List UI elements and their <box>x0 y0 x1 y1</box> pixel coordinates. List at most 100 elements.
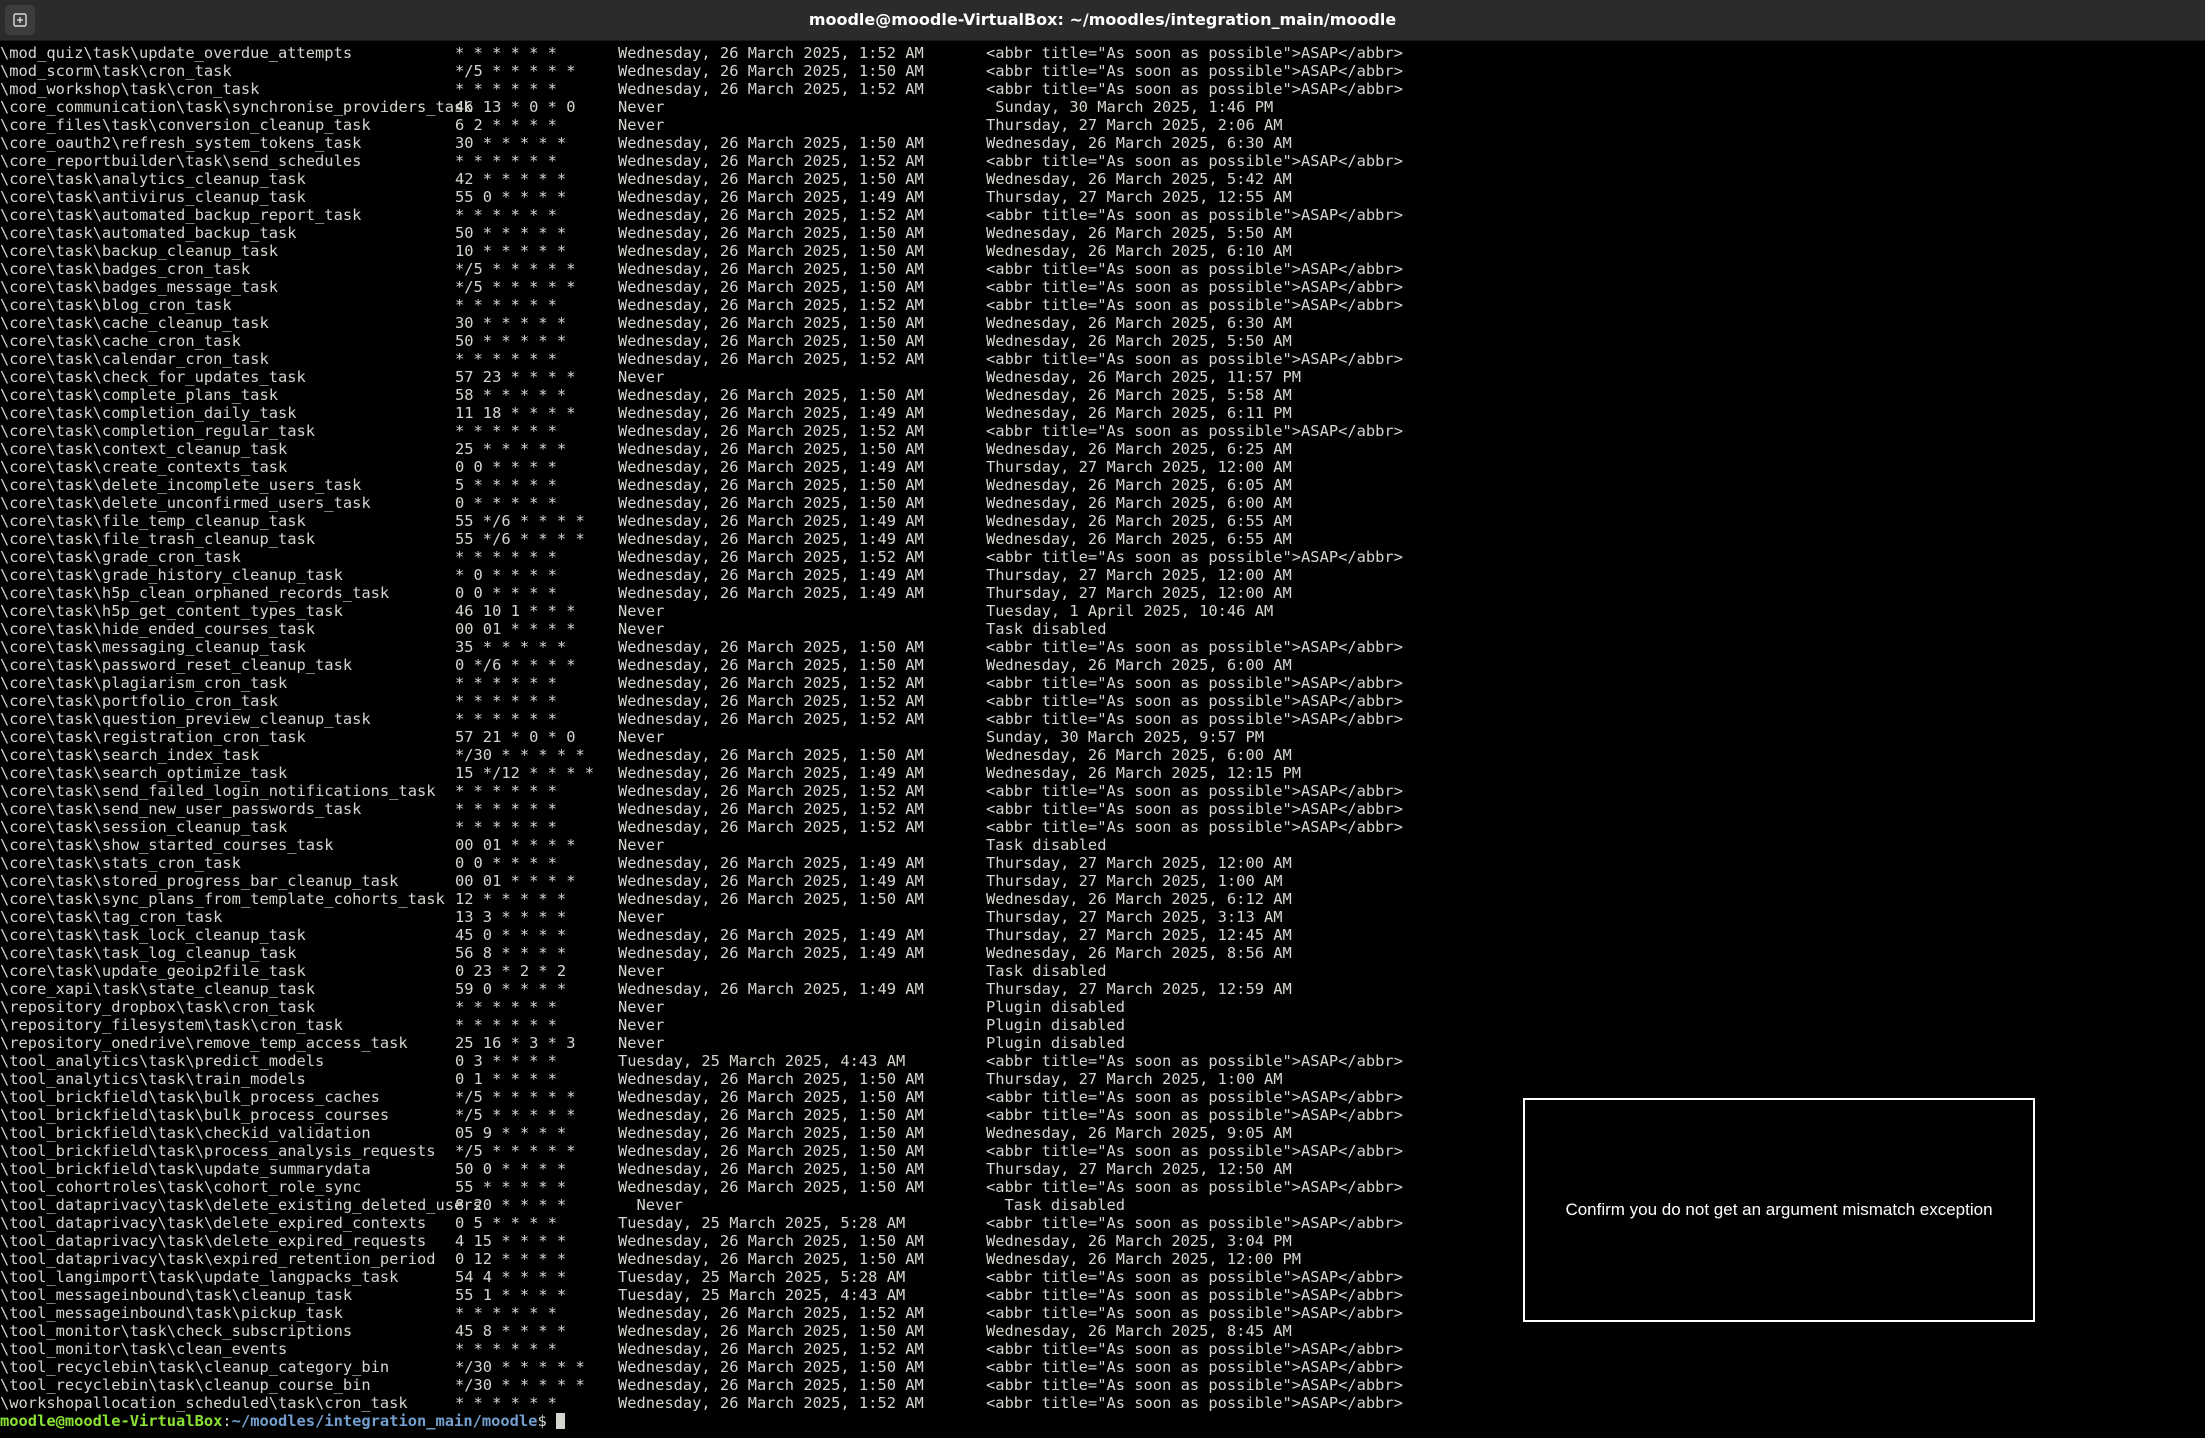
task-next-run: <abbr title="As soon as possible">ASAP</… <box>986 782 1403 800</box>
task-name: \core\task\backup_cleanup_task <box>0 242 278 260</box>
task-schedule: 15 */12 * * * * <box>455 764 594 782</box>
task-name: \core\task\h5p_clean_orphaned_records_ta… <box>0 584 390 602</box>
task-schedule: */5 * * * * * <box>455 1088 576 1106</box>
task-last-run: Wednesday, 26 March 2025, 1:50 AM <box>618 476 924 494</box>
task-name: \core\task\task_log_cleanup_task <box>0 944 297 962</box>
task-last-run: Wednesday, 26 March 2025, 1:50 AM <box>618 242 924 260</box>
task-name: \core\task\file_trash_cleanup_task <box>0 530 316 548</box>
task-name: \tool_monitor\task\clean_events <box>0 1340 288 1358</box>
task-last-run: Tuesday, 25 March 2025, 5:28 AM <box>618 1268 906 1286</box>
task-last-run: Wednesday, 26 March 2025, 1:50 AM <box>618 638 924 656</box>
task-last-run: Wednesday, 26 March 2025, 1:50 AM <box>618 170 924 188</box>
task-next-run: Wednesday, 26 March 2025, 6:10 AM <box>986 242 1292 260</box>
window-title: moodle@moodle-VirtualBox: ~/moodles/inte… <box>808 10 1397 29</box>
task-row: \core\task\search_index_task */30 * * * *… <box>0 746 2205 764</box>
task-next-run: Task disabled <box>986 620 1107 638</box>
task-next-run: <abbr title="As soon as possible">ASAP</… <box>986 80 1403 98</box>
task-next-run: <abbr title="As soon as possible">ASAP</… <box>986 152 1403 170</box>
task-schedule: * * * * * * <box>455 800 557 818</box>
task-next-run: Wednesday, 26 March 2025, 5:50 AM <box>986 224 1292 242</box>
task-row: \tool_recyclebin\task\cleanup_course_bin… <box>0 1376 2205 1394</box>
task-row: \core_xapi\task\state_cleanup_task 59 0 *… <box>0 980 2205 998</box>
shell-prompt[interactable]: moodle@moodle-VirtualBox:~/moodles/integ… <box>0 1412 2205 1430</box>
task-last-run: Wednesday, 26 March 2025, 1:52 AM <box>618 422 924 440</box>
task-next-run: Sunday, 30 March 2025, 9:57 PM <box>986 728 1264 746</box>
task-name: \core\task\messaging_cleanup_task <box>0 638 306 656</box>
task-last-run: Wednesday, 26 March 2025, 1:49 AM <box>618 512 924 530</box>
task-schedule: 0 3 * * * * <box>455 1052 557 1070</box>
task-schedule: */30 * * * * * <box>455 746 585 764</box>
task-schedule: 45 0 * * * * <box>455 926 567 944</box>
task-name: \repository_dropbox\task\cron_task <box>0 998 316 1016</box>
task-name: \core\task\delete_incomplete_users_task <box>0 476 362 494</box>
task-schedule: * * * * * * <box>455 998 557 1016</box>
task-name: \tool_analytics\task\predict_models <box>0 1052 325 1070</box>
task-name: \core\task\question_preview_cleanup_task <box>0 710 371 728</box>
task-schedule: 0 5 * * * * <box>455 1214 557 1232</box>
task-schedule: 55 * * * * * <box>455 1178 567 1196</box>
task-schedule: 42 * * * * * <box>455 170 567 188</box>
task-name: \core\task\sync_plans_from_template_coho… <box>0 890 445 908</box>
task-row: \core\task\registration_cron_task 57 21 *… <box>0 728 2205 746</box>
task-next-run: <abbr title="As soon as possible">ASAP</… <box>986 206 1403 224</box>
task-schedule: */5 * * * * * <box>455 278 576 296</box>
task-name: \mod_workshop\task\cron_task <box>0 80 260 98</box>
task-last-run: Never <box>618 908 665 926</box>
task-schedule: 0 * * * * * <box>455 494 557 512</box>
task-row: \core\task\delete_incomplete_users_task 5… <box>0 476 2205 494</box>
task-next-run: Wednesday, 26 March 2025, 12:00 PM <box>986 1250 1302 1268</box>
task-schedule: * * * * * * <box>455 692 557 710</box>
task-last-run: Wednesday, 26 March 2025, 1:50 AM <box>618 332 924 350</box>
task-next-run: <abbr title="As soon as possible">ASAP</… <box>986 62 1403 80</box>
task-last-run: Wednesday, 26 March 2025, 1:52 AM <box>618 800 924 818</box>
task-last-run: Wednesday, 26 March 2025, 1:49 AM <box>618 404 924 422</box>
task-next-run: Wednesday, 26 March 2025, 5:50 AM <box>986 332 1292 350</box>
task-last-run: Wednesday, 26 March 2025, 1:50 AM <box>618 314 924 332</box>
task-row: \core\task\show_started_courses_task 00 0… <box>0 836 2205 854</box>
task-name: \core\task\complete_plans_task <box>0 386 278 404</box>
task-last-run: Wednesday, 26 March 2025, 1:49 AM <box>618 980 924 998</box>
task-next-run: <abbr title="As soon as possible">ASAP</… <box>986 1286 1403 1304</box>
task-name: \core\task\password_reset_cleanup_task <box>0 656 353 674</box>
task-row: \core\task\completion_daily_task 11 18 * … <box>0 404 2205 422</box>
task-schedule: 10 * * * * * <box>455 242 567 260</box>
task-row: \core\task\session_cleanup_task * * * * *… <box>0 818 2205 836</box>
task-schedule: 13 3 * * * * <box>455 908 567 926</box>
task-row: \core\task\sync_plans_from_template_coho… <box>0 890 2205 908</box>
task-schedule: 55 */6 * * * * <box>455 530 585 548</box>
task-last-run: Wednesday, 26 March 2025, 1:50 AM <box>618 1232 924 1250</box>
task-next-run: Wednesday, 26 March 2025, 6:00 AM <box>986 746 1292 764</box>
task-last-run: Never <box>618 116 665 134</box>
task-name: \core\task\antivirus_cleanup_task <box>0 188 306 206</box>
task-row: \core\task\check_for_updates_task 57 23 *… <box>0 368 2205 386</box>
task-schedule: * * * * * * <box>455 350 557 368</box>
task-schedule: 0 1 * * * * <box>455 1070 557 1088</box>
task-next-run: <abbr title="As soon as possible">ASAP</… <box>986 1340 1403 1358</box>
task-schedule: 25 * * * * * <box>455 440 567 458</box>
task-row: \core\task\context_cleanup_task 25 * * * … <box>0 440 2205 458</box>
task-schedule: 00 01 * * * * <box>455 620 576 638</box>
task-last-run: Wednesday, 26 March 2025, 1:50 AM <box>618 260 924 278</box>
task-name: \tool_brickfield\task\bulk_process_cours… <box>0 1106 390 1124</box>
task-last-run: Never <box>618 98 665 116</box>
task-next-run: Task disabled <box>986 836 1107 854</box>
task-name: \core\task\completion_daily_task <box>0 404 297 422</box>
task-next-run: Wednesday, 26 March 2025, 8:56 AM <box>986 944 1292 962</box>
task-next-run: Thursday, 27 March 2025, 1:00 AM <box>986 872 1283 890</box>
task-name: \workshopallocation_scheduled\task\cron_… <box>0 1394 408 1412</box>
task-row: \repository_onedrive\remove_temp_access_… <box>0 1034 2205 1052</box>
task-last-run: Wednesday, 26 March 2025, 1:49 AM <box>618 764 924 782</box>
task-schedule: 55 1 * * * * <box>455 1286 567 1304</box>
task-name: \core\task\portfolio_cron_task <box>0 692 278 710</box>
task-next-run: Plugin disabled <box>986 998 1125 1016</box>
task-schedule: * * * * * * <box>455 44 557 62</box>
task-next-run: <abbr title="As soon as possible">ASAP</… <box>986 44 1403 62</box>
task-name: \core\task\automated_backup_report_task <box>0 206 362 224</box>
task-next-run: <abbr title="As soon as possible">ASAP</… <box>986 710 1403 728</box>
task-next-run: Wednesday, 26 March 2025, 11:57 PM <box>986 368 1302 386</box>
task-last-run: Wednesday, 26 March 2025, 1:52 AM <box>618 350 924 368</box>
task-row: \core\task\file_temp_cleanup_task 55 */6 … <box>0 512 2205 530</box>
task-name: \core_files\task\conversion_cleanup_task <box>0 116 371 134</box>
task-last-run: Wednesday, 26 March 2025, 1:50 AM <box>618 1106 924 1124</box>
task-last-run: Wednesday, 26 March 2025, 1:50 AM <box>618 656 924 674</box>
